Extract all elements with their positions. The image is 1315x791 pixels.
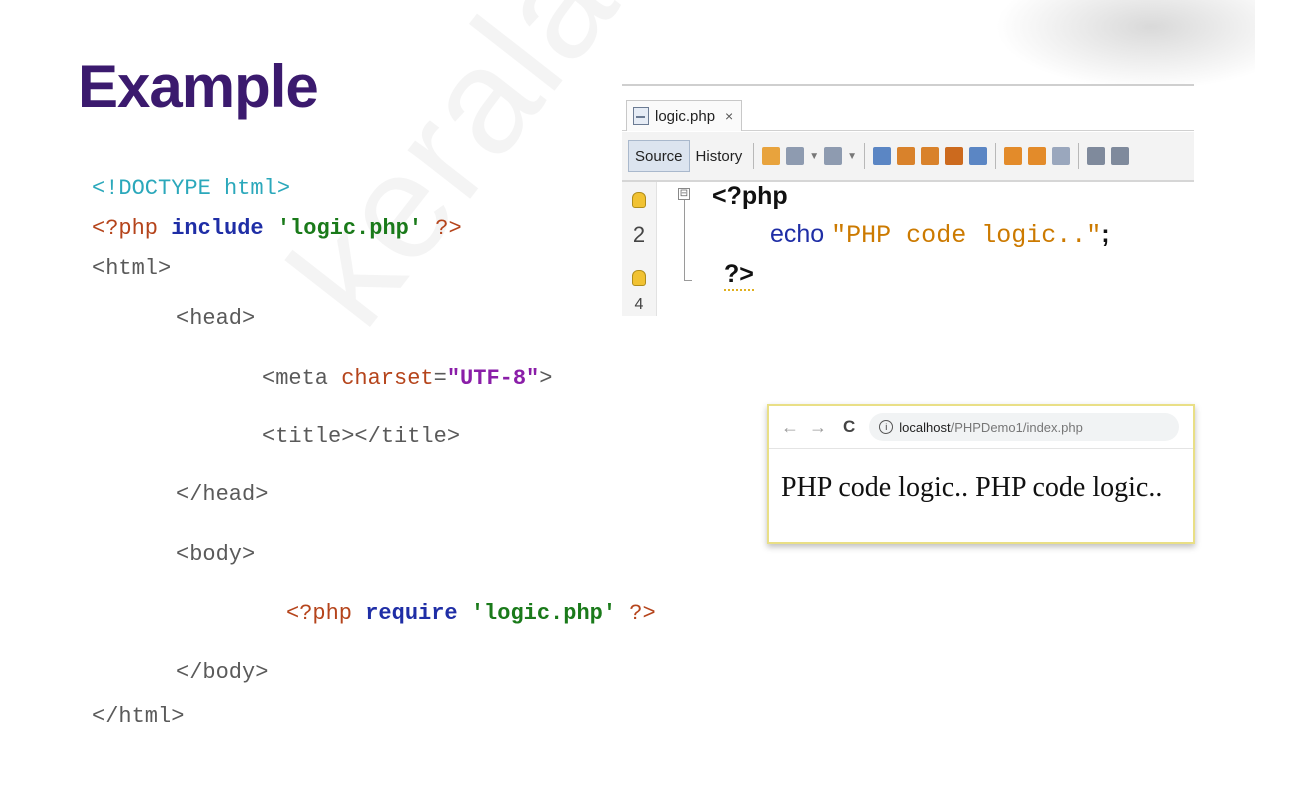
next-bookmark-icon[interactable] xyxy=(1028,147,1047,165)
meta-attr: charset xyxy=(341,366,434,391)
echo-string: "PHP code logic.." xyxy=(831,221,1102,250)
hint-bulb-icon[interactable] xyxy=(632,192,646,208)
php-open-tag: <?php xyxy=(92,216,159,241)
line-gutter: 2 4 xyxy=(622,182,657,316)
echo-statement: echo "PHP code logic.."; xyxy=(770,220,1110,250)
meta-value: "UTF-8" xyxy=(446,366,540,391)
slide-title: Example xyxy=(78,53,319,120)
meta-eq: = xyxy=(433,366,447,391)
info-icon[interactable]: i xyxy=(879,420,894,434)
code-line-head-open: <head> xyxy=(176,306,256,331)
dropdown-arrow-icon[interactable]: ▼ xyxy=(847,151,857,162)
code-line-html-close: </html> xyxy=(92,704,185,729)
warning-bulb-icon[interactable] xyxy=(632,270,646,286)
back-icon[interactable] xyxy=(786,147,805,165)
find-selection-icon[interactable] xyxy=(873,147,892,165)
browser-toolbar: ← → C i localhost/PHPDemo1/index.php xyxy=(769,406,1193,449)
code-line-require: <?php require 'logic.php' ?> xyxy=(286,601,656,626)
last-edit-icon[interactable] xyxy=(762,147,781,165)
require-string: 'logic.php' xyxy=(470,601,617,626)
line-number: 2 xyxy=(632,222,646,247)
include-string: 'logic.php' xyxy=(276,216,423,241)
doctype-text: <!DOCTYPE html> xyxy=(92,176,291,201)
php-close-tag: ?> xyxy=(724,260,754,291)
semicolon: ; xyxy=(1101,220,1110,248)
include-keyword: include xyxy=(171,216,264,241)
url-path: /PHPDemo1/index.php xyxy=(950,419,1083,435)
address-bar[interactable]: i localhost/PHPDemo1/index.php xyxy=(869,413,1180,441)
page-output-text: PHP code logic.. PHP code logic.. xyxy=(781,472,1163,503)
php-close-tag: ?> xyxy=(629,601,656,626)
fold-guide-end xyxy=(684,280,692,281)
editor-toolbar: Source History ▼ ▼ xyxy=(622,132,1194,182)
file-tab-logic-php[interactable]: logic.php × xyxy=(626,100,743,131)
dropdown-arrow-icon[interactable]: ▼ xyxy=(809,151,819,162)
toolbar-separator xyxy=(1078,143,1080,169)
code-line-html-open: <html> xyxy=(92,256,172,281)
reload-icon[interactable]: C xyxy=(843,417,855,437)
file-tab-label: logic.php xyxy=(655,107,716,125)
close-tab-icon[interactable]: × xyxy=(725,108,733,124)
line-number: 4 xyxy=(634,296,644,313)
toggle-bookmark-icon[interactable] xyxy=(1052,147,1071,165)
decorative-cloud xyxy=(995,0,1255,90)
code-line-body-open: <body> xyxy=(176,542,256,567)
forward-arrow-icon[interactable]: → xyxy=(809,417,827,438)
editor-tab-bar: logic.php × xyxy=(622,100,1194,131)
echo-keyword: echo xyxy=(770,220,825,248)
php-open-tag: <?php xyxy=(286,601,353,626)
toggle-rect-selection-icon[interactable] xyxy=(969,147,988,165)
toolbar-separator xyxy=(995,143,997,169)
code-editor[interactable]: 2 4 ⊟ <?php echo "PHP code logic.."; ?> xyxy=(622,182,1194,316)
forward-icon[interactable] xyxy=(824,147,843,165)
url-host: localhost xyxy=(899,419,951,435)
require-keyword: require xyxy=(365,601,458,626)
php-open-tag: <?php xyxy=(712,182,788,210)
code-line-include: <?php include 'logic.php' ?> xyxy=(92,216,462,241)
code-line-doctype: <!DOCTYPE html> xyxy=(92,176,290,201)
php-file-icon xyxy=(633,107,649,125)
code-line-head-close: </head> xyxy=(176,482,269,507)
code-line-meta: <meta charset="UTF-8"> xyxy=(262,366,552,391)
shift-left-icon[interactable] xyxy=(1087,147,1106,165)
toolbar-separator xyxy=(753,143,755,169)
history-tab[interactable]: History xyxy=(690,141,749,171)
find-next-icon[interactable] xyxy=(921,147,940,165)
toggle-highlight-icon[interactable] xyxy=(945,147,964,165)
previous-bookmark-icon[interactable] xyxy=(1004,147,1023,165)
code-line-title: <title></title> xyxy=(262,424,461,449)
back-arrow-icon[interactable]: ← xyxy=(781,417,799,438)
fold-guide xyxy=(684,200,685,280)
source-tab[interactable]: Source xyxy=(628,140,690,172)
meta-open: <meta xyxy=(262,366,329,391)
meta-close: > xyxy=(539,366,553,391)
shift-right-icon[interactable] xyxy=(1111,147,1130,165)
browser-window: ← → C i localhost/PHPDemo1/index.php PHP… xyxy=(767,404,1195,544)
fold-toggle-icon[interactable]: ⊟ xyxy=(678,188,690,200)
php-close-tag: ?> xyxy=(435,216,462,241)
code-line-body-close: </body> xyxy=(176,660,269,685)
find-previous-icon[interactable] xyxy=(897,147,916,165)
toolbar-separator xyxy=(864,143,866,169)
ide-panel: logic.php × Source History ▼ ▼ 2 4 ⊟ <?p… xyxy=(622,84,1194,316)
